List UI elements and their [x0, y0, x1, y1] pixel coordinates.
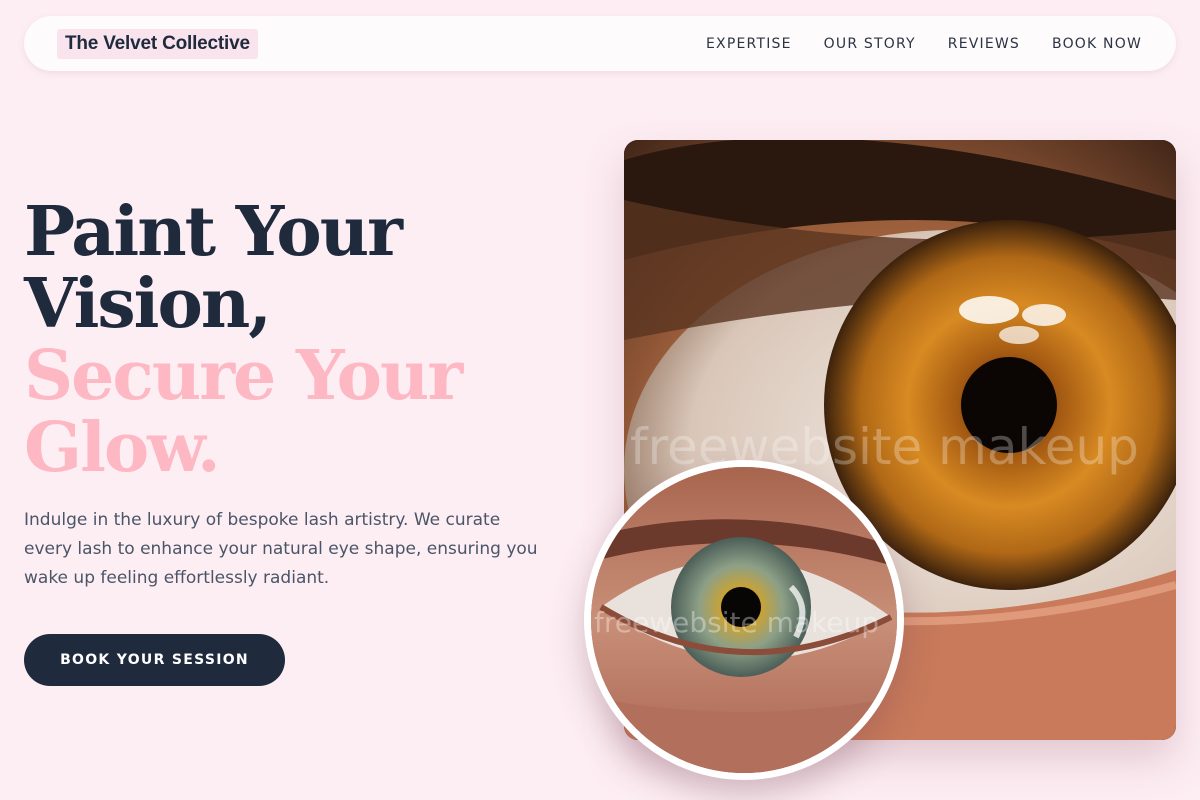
hero-title-line-1: Paint Your	[24, 192, 403, 272]
green-eye-illustration	[591, 467, 897, 773]
hero-title-line-4: Glow.	[24, 408, 221, 488]
hero-title-line-2: Vision,	[24, 264, 272, 344]
brand-logo[interactable]: The Velvet Collective	[57, 28, 258, 59]
top-navbar: The Velvet Collective EXPERTISE OUR STOR…	[24, 16, 1176, 71]
nav-link-reviews[interactable]: REVIEWS	[948, 36, 1020, 52]
inset-eye-photo	[584, 460, 904, 780]
nav-links: EXPERTISE OUR STORY REVIEWS BOOK NOW	[706, 36, 1142, 52]
nav-link-book-now[interactable]: BOOK NOW	[1052, 36, 1142, 52]
nav-link-expertise[interactable]: EXPERTISE	[706, 36, 792, 52]
book-session-button[interactable]: BOOK YOUR SESSION	[24, 634, 285, 686]
hero-description: Indulge in the luxury of bespoke lash ar…	[24, 510, 538, 588]
nav-link-our-story[interactable]: OUR STORY	[824, 36, 916, 52]
hero-title-line-3: Secure Your	[24, 336, 463, 416]
hero-title: Paint Your Vision, Secure Your Glow.	[24, 196, 544, 484]
